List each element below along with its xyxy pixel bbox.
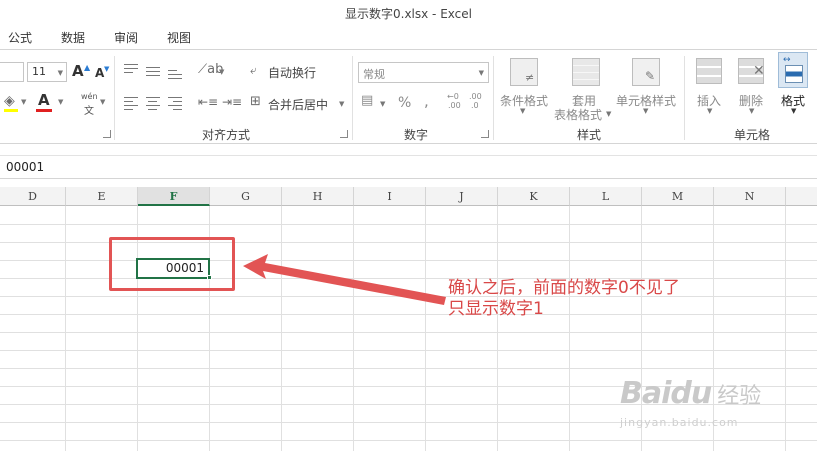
baidu-watermark: Baidu 经验 jingyan.baidu.com bbox=[620, 376, 762, 429]
watermark-brand-du: du bbox=[670, 376, 712, 411]
watermark-url: jingyan.baidu.com bbox=[620, 416, 739, 429]
arrow-shape bbox=[243, 254, 446, 305]
watermark-brand: Bai bbox=[620, 376, 671, 411]
watermark-brand-cn: 经验 bbox=[717, 384, 762, 409]
annotation-line-2: 只显示数字1 bbox=[448, 299, 544, 319]
